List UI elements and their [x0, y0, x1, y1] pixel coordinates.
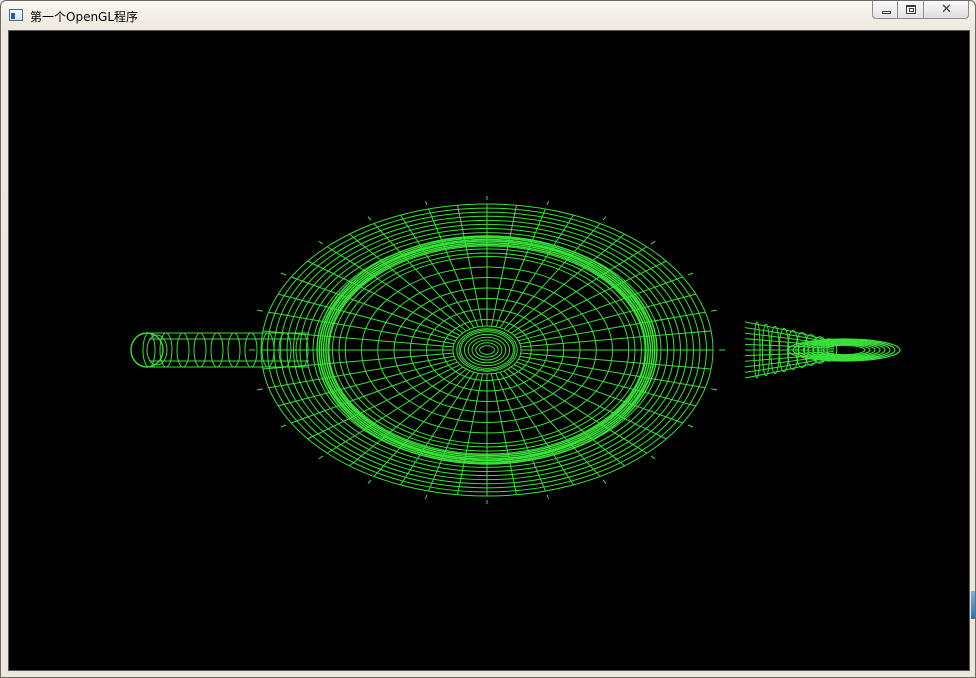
opengl-window: 第一个OpenGL程序 ✕ [0, 0, 976, 678]
title-bar[interactable]: 第一个OpenGL程序 ✕ [1, 1, 975, 30]
minimize-icon [882, 11, 891, 14]
window-title: 第一个OpenGL程序 [30, 10, 139, 24]
app-icon[interactable] [9, 9, 23, 21]
close-icon: ✕ [941, 2, 952, 17]
maximize-button[interactable] [898, 1, 924, 19]
opengl-viewport[interactable] [8, 30, 970, 671]
teapot-wireframe [9, 31, 969, 670]
close-button[interactable]: ✕ [924, 1, 969, 19]
caption-buttons: ✕ [872, 1, 969, 20]
minimize-button[interactable] [872, 1, 898, 19]
restore-icon [906, 5, 916, 14]
taskbar-edge [971, 591, 975, 619]
